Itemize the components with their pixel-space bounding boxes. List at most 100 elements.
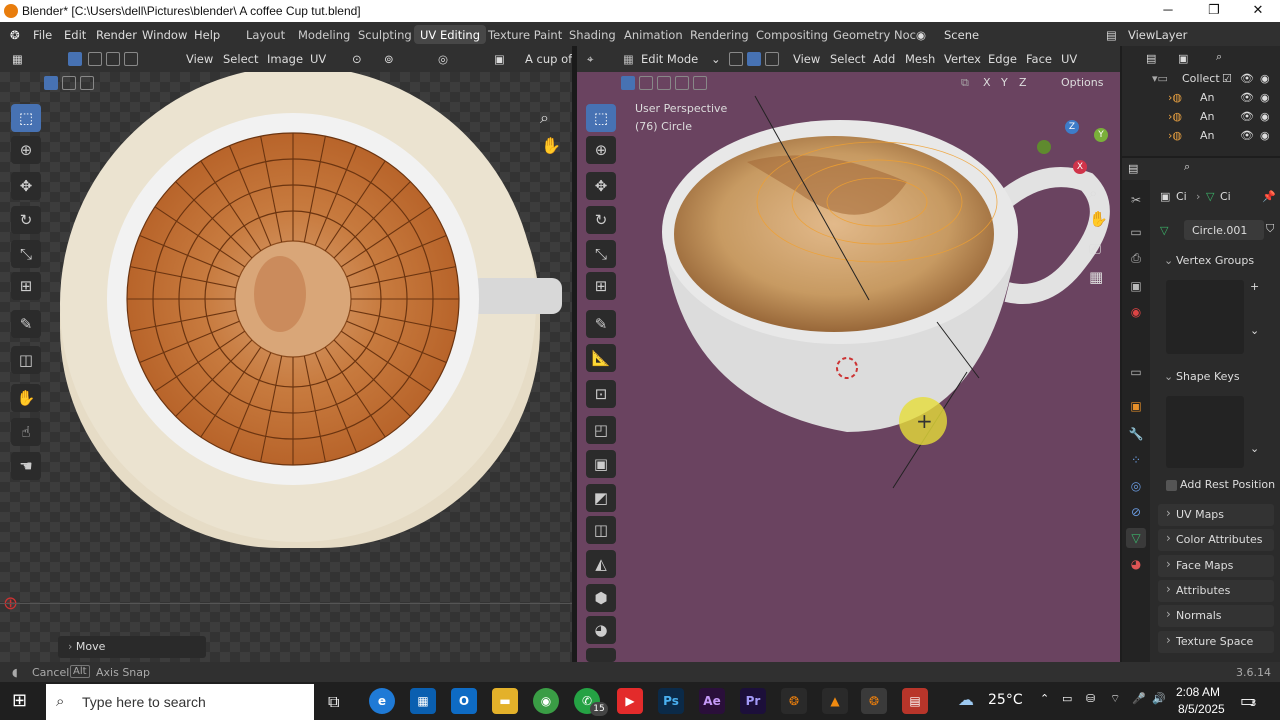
outlook-icon[interactable]: O [451,688,477,714]
tab-texture-paint[interactable]: Texture Paint [482,25,568,44]
face-maps-section[interactable]: Face Maps [1158,555,1274,577]
extrude-tool[interactable]: ◰ [586,416,616,444]
vertex-groups-expand-icon[interactable]: ⌄ [1164,254,1173,267]
bevel-tool[interactable]: ◩ [586,484,616,512]
particles-tab-icon[interactable]: ⁘ [1126,450,1146,470]
proportional-icon[interactable]: ◎ [438,52,448,66]
maximize-button[interactable]: ❐ [1192,0,1236,22]
tool-tab-icon[interactable]: ✂ [1126,190,1146,210]
rip-tool[interactable]: ◫ [11,346,41,374]
3d-viewport[interactable]: ⧉ X Y Z Options User Perspective (76) Ci… [577,72,1120,662]
gizmo-x-axis[interactable]: X [1073,160,1087,174]
modifier-tab-icon[interactable]: 🔧 [1126,424,1146,444]
scale-tool[interactable]: ⤡ [11,240,41,268]
menu-edit[interactable]: Edit [64,28,86,42]
mic-icon[interactable]: 🎤 [1132,692,1146,705]
ortho-toggle-icon[interactable]: ▦ [1089,268,1103,286]
vertex-mode-icon[interactable] [729,52,743,66]
tab-rendering[interactable]: Rendering [684,25,755,44]
uv-menu-image[interactable]: Image [267,52,303,66]
object-tab-icon[interactable]: ▣ [1126,396,1146,416]
tab-compositing[interactable]: Compositing [750,25,834,44]
vp-menu-add[interactable]: Add [873,52,895,66]
premiere-icon[interactable]: Pr [740,688,766,714]
shape-keys-header[interactable]: Shape Keys [1176,370,1280,383]
transform-tool[interactable]: ⊞ [11,272,41,300]
menu-render[interactable]: Render [96,28,137,42]
texture-space-section[interactable]: Texture Space [1158,631,1274,653]
face-mode-icon[interactable] [765,52,779,66]
photoshop-icon[interactable]: Ps [658,688,684,714]
file-explorer-icon[interactable]: ▬ [492,688,518,714]
minimize-button[interactable]: ─ [1146,0,1190,22]
vertex-groups-header[interactable]: Vertex Groups [1176,254,1280,267]
uv-sync-icon[interactable] [68,52,82,66]
chevron-down-icon[interactable]: ⌄ [1250,324,1259,337]
tab-animation[interactable]: Animation [618,25,689,44]
add-cube-tool[interactable]: ⊡ [586,380,616,408]
editor-type-icon[interactable]: ▦ [12,52,23,66]
windows-start-icon[interactable]: ⊞ [12,690,27,711]
outliner-filter-icon[interactable]: ▣ [1178,52,1188,65]
eye-icon[interactable]: 👁 [1240,91,1254,104]
view-layer-name[interactable]: ViewLayer [1128,28,1187,42]
render-tab-icon[interactable]: ▭ [1126,222,1146,242]
uv-menu-view[interactable]: View [186,52,213,66]
vp-scale-tool[interactable]: ⤡ [586,240,616,268]
camera-icon[interactable]: ◉ [1260,91,1270,104]
vp-menu-select[interactable]: Select [830,52,865,66]
battery-icon[interactable]: ▭ [1062,692,1072,705]
youtube-icon[interactable]: ▶ [617,688,643,714]
vp-menu-edge[interactable]: Edge [988,52,1017,66]
vp-menu-mesh[interactable]: Mesh [905,52,935,66]
constraints-tab-icon[interactable]: ⊘ [1126,502,1146,522]
uv-menu-select[interactable]: Select [223,52,258,66]
camera-icon[interactable]: ◉ [1260,72,1270,85]
camera-icon[interactable]: ◉ [1260,110,1270,123]
collection-tab-icon[interactable]: ▭ [1126,362,1146,382]
vlc-icon[interactable]: ▲ [822,688,848,714]
vp-menu-vertex[interactable]: Vertex [944,52,981,66]
color-attributes-section[interactable]: Color Attributes [1158,529,1274,551]
outliner-row[interactable]: ›◍ An 👁 ◉ [1122,108,1280,126]
snap-icon[interactable]: ⊚ [384,52,394,66]
wifi-icon[interactable]: ⌔ [1110,692,1120,706]
task-view-icon[interactable]: ⧉ [328,692,339,712]
gizmo-neg-y-axis[interactable] [1037,140,1051,154]
clock-date[interactable]: 8/5/2025 [1178,702,1225,716]
tab-shading[interactable]: Shading [563,25,622,44]
props-pin-icon[interactable]: ▣ [1160,190,1170,203]
uv-maps-section[interactable]: UV Maps [1158,504,1274,526]
onedrive-icon[interactable]: ⛁ [1086,692,1095,705]
vp-select-box-tool[interactable]: ⬚ [586,104,616,132]
rotate-tool[interactable]: ↻ [11,206,41,234]
clock-time[interactable]: 2:08 AM [1176,685,1220,699]
add-rest-position-checkbox[interactable] [1166,480,1177,491]
gizmo-y-axis[interactable]: Y [1094,128,1108,142]
blender-menu-icon[interactable]: ❂ [10,28,20,42]
eye-icon[interactable]: 👁 [1240,110,1254,123]
vp-annotate-tool[interactable]: ✎ [586,310,616,338]
tab-geometry-nodes[interactable]: Geometry Noc [827,25,922,44]
grab-tool[interactable]: ✋ [11,384,41,412]
measure-tool[interactable]: 📐 [586,344,616,372]
vp-rotate-tool[interactable]: ↻ [586,206,616,234]
select-box-tool[interactable]: ⬚ [11,104,41,132]
loop-cut-tool[interactable]: ◫ [586,516,616,544]
vertex-select-icon[interactable] [88,52,102,66]
shape-keys-expand-icon[interactable]: ⌄ [1164,370,1173,383]
camera-icon[interactable]: ◉ [1260,129,1270,142]
normals-section[interactable]: Normals [1158,605,1274,627]
scene-name[interactable]: Scene [944,28,979,42]
data-tab-icon[interactable]: ▽ [1126,528,1146,548]
menu-window[interactable]: Window [142,28,187,42]
volume-icon[interactable]: 🔊 [1152,692,1166,705]
chrome-icon[interactable]: ◉ [533,688,559,714]
camera-view-icon[interactable]: ⎚ [1089,240,1101,258]
checkbox-icon[interactable]: ☑ [1222,72,1232,85]
material-tab-icon[interactable]: ◕ [1126,554,1146,574]
vp-zoom-icon[interactable]: ⌕ [1089,184,1097,202]
vp-transform-tool[interactable]: ⊞ [586,272,616,300]
last-operator-panel[interactable]: › Move [58,636,206,658]
pinch-tool[interactable]: ☚ [11,452,41,480]
